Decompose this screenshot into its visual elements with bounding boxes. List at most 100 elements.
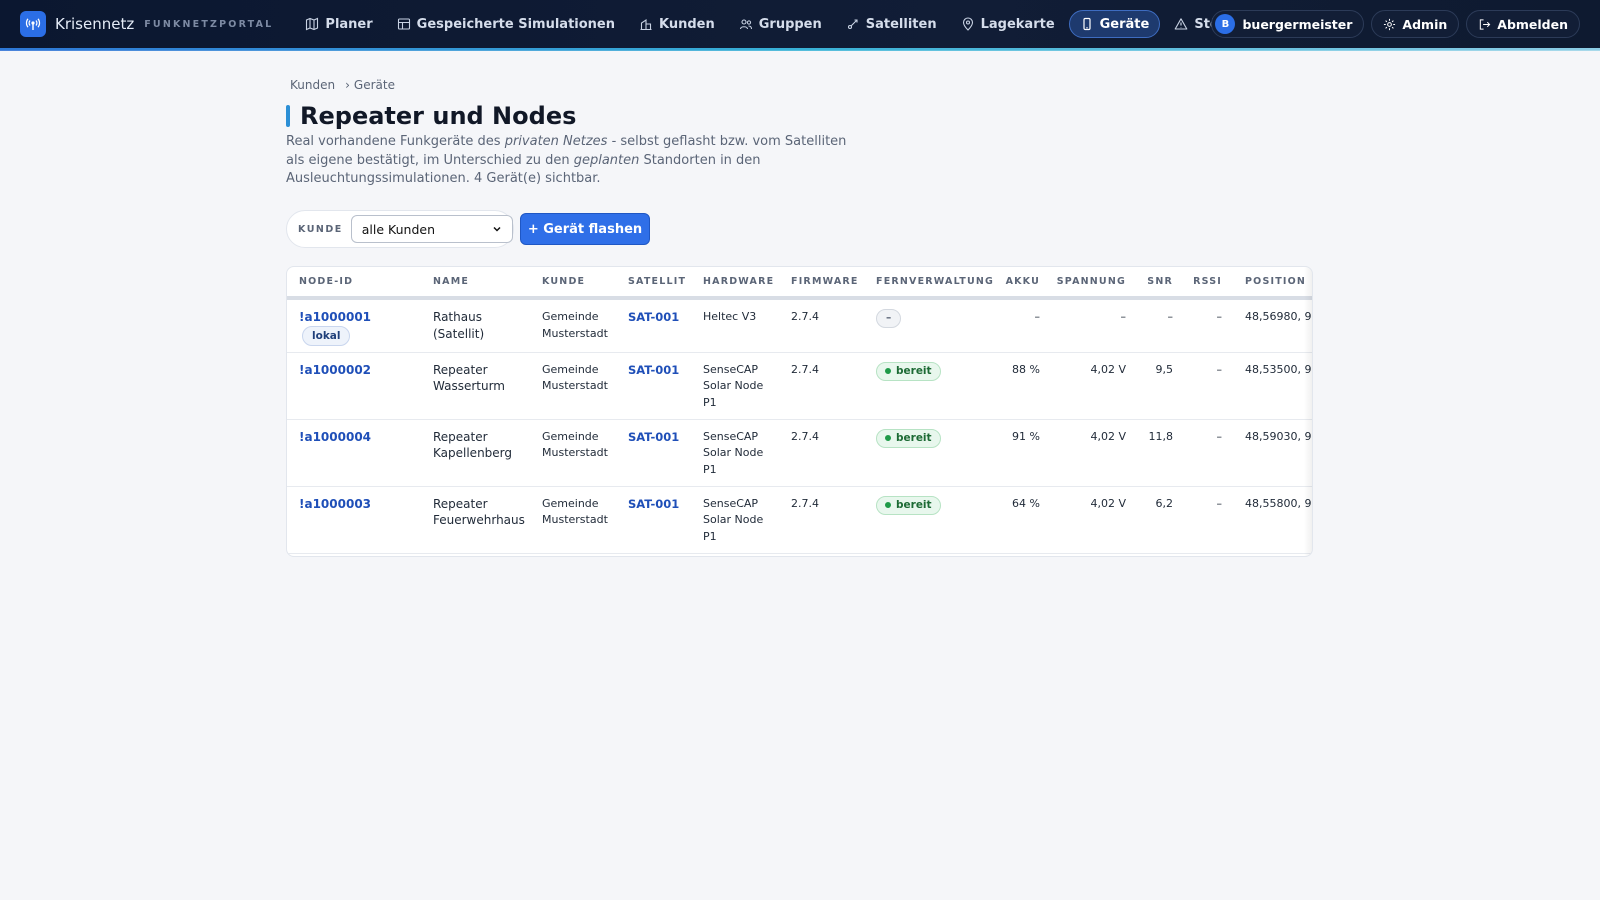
page-title: Repeater und Nodes [300,102,577,130]
voltage-value: 4,02 V [1051,419,1137,487]
column-header[interactable]: SATELLIT [616,267,691,300]
column-header[interactable]: KUNDE [530,267,616,300]
column-header[interactable]: HARDWARE [691,267,779,300]
map-pin-icon [961,17,975,31]
user-name: buergermeister [1242,16,1353,32]
remote-status-label: bereit [896,498,932,511]
node-id-link[interactable]: !a1000002 [299,363,371,377]
device-hardware: SenseCAP Solar Node P1 [691,419,779,487]
column-header[interactable]: FERNVERWALTUNG [864,267,993,300]
customer-select-value: alle Kunden [361,221,435,237]
desc-emphasis: privaten Netzes [504,134,608,149]
antenna-icon [20,11,46,37]
table-row[interactable]: !a1000003 Repeater Feuerwehrhaus Gemeind… [287,486,1312,554]
battery-value: 91 % [993,419,1051,487]
column-header[interactable]: SPANNUNG [1051,267,1137,300]
remote-status-label: bereit [896,364,932,377]
column-header[interactable]: NAME [421,267,530,300]
nav-label: Geräte [1099,16,1150,32]
map-icon [305,17,319,31]
page-header: Repeater und Nodes [286,102,576,130]
device-customer: Gemeinde Musterstadt [530,298,616,353]
snr-value: 6,2 [1137,486,1184,554]
local-badge: lokal [302,325,351,346]
device-customer: Gemeinde Musterstadt [530,352,616,420]
top-navbar: Krisennetz FUNKNETZPORTAL Planer Gespeic… [0,0,1600,51]
node-id-link[interactable]: !a1000004 [299,430,371,444]
nav-item-lagekarte[interactable]: Lagekarte [951,10,1065,38]
desc-emphasis: geplanten [573,152,640,168]
nav-label: Planer [325,16,373,32]
position-value: 48,53500, 9,0 [1233,352,1312,420]
status-dot-icon [885,502,891,508]
column-header[interactable]: SNR [1137,267,1184,300]
breadcrumb: Kunden › Geräte [290,78,395,92]
rssi-value: – [1184,298,1233,353]
brand-name: Krisennetz [55,15,135,33]
device-name: Repeater Kapellenberg [421,419,530,487]
column-header[interactable]: FIRMWARE [779,267,864,300]
user-nav: B buergermeister Admin Abmelden [1204,10,1580,38]
snr-value: – [1137,298,1184,353]
satellite-link[interactable]: SAT-001 [628,497,679,511]
flash-device-button[interactable]: + Gerät flashen [520,213,650,245]
table-row[interactable]: !a1000001 lokal Rathaus (Satellit) Gemei… [287,298,1312,353]
breadcrumb-root[interactable]: Kunden [290,78,335,92]
device-firmware: 2.7.4 [779,352,864,420]
position-value: 48,55800, 9,0 [1233,486,1312,554]
user-menu[interactable]: B buergermeister [1211,10,1365,38]
satellite-link[interactable]: SAT-001 [628,310,679,324]
satellite-link[interactable]: SAT-001 [628,430,679,444]
filter-label: KUNDE [298,223,343,235]
device-name: Repeater Wasserturm [421,352,530,420]
snr-value: 11,8 [1137,419,1184,487]
voltage-value: 4,02 V [1051,486,1137,554]
battery-value: 64 % [993,486,1051,554]
nav-item-geraete[interactable]: Geräte [1068,10,1161,38]
node-id-link[interactable]: !a1000001 [299,310,371,324]
nav-item-planer[interactable]: Planer [295,10,382,38]
nav-label: Lagekarte [980,16,1055,32]
column-header[interactable]: AKKU [993,267,1051,300]
remote-status-badge: – [876,309,902,328]
nav-item-gespeicherte-simulationen[interactable]: Gespeicherte Simulationen [387,10,625,38]
battery-value: 88 % [993,352,1051,420]
main-nav: Planer Gespeicherte Simulationen Kunden … [295,10,1285,38]
admin-label: Admin [1402,16,1448,32]
customer-select[interactable]: alle Kunden [350,215,513,243]
node-id-link[interactable]: !a1000003 [299,497,371,511]
avatar: B [1215,14,1236,34]
satellite-link[interactable]: SAT-001 [628,363,679,377]
column-header[interactable]: NODE-ID [287,267,421,300]
satellite-icon [846,17,860,31]
table-row[interactable]: !a1000004 Repeater Kapellenberg Gemeinde… [287,419,1312,487]
admin-button[interactable]: Admin [1371,10,1460,38]
rssi-value: – [1184,419,1233,487]
remote-status-badge: bereit [876,495,941,515]
battery-value: – [993,298,1051,353]
status-dot-icon [885,368,891,374]
table-row[interactable]: !a1000002 Repeater Wasserturm Gemeinde M… [287,352,1312,420]
building-icon [639,17,653,31]
nav-label: Satelliten [865,16,937,32]
page-description: Real vorhandene Funkgeräte des privaten … [286,133,866,189]
customer-filter: KUNDE alle Kunden [286,210,514,248]
position-value: 48,59030, 9,1 [1233,419,1312,487]
device-hardware: SenseCAP Solar Node P1 [691,486,779,554]
position-value: 48,56980, 9,0 [1233,298,1312,353]
nav-item-satelliten[interactable]: Satelliten [836,10,947,38]
column-header[interactable]: RSSI [1184,267,1233,300]
snr-value: 9,5 [1137,352,1184,420]
device-firmware: 2.7.4 [779,486,864,554]
brand[interactable]: Krisennetz FUNKNETZPORTAL [20,11,273,37]
column-header[interactable]: POSITION [1233,267,1312,300]
nav-item-kunden[interactable]: Kunden [629,10,725,38]
logout-button[interactable]: Abmelden [1466,10,1580,38]
nav-label: Gruppen [758,16,822,32]
status-dot-icon [885,435,891,441]
horizontal-scroll-shade [1304,267,1312,556]
device-customer: Gemeinde Musterstadt [530,486,616,554]
nav-label: Kunden [659,16,715,32]
device-firmware: 2.7.4 [779,298,864,353]
nav-item-gruppen[interactable]: Gruppen [729,10,832,38]
